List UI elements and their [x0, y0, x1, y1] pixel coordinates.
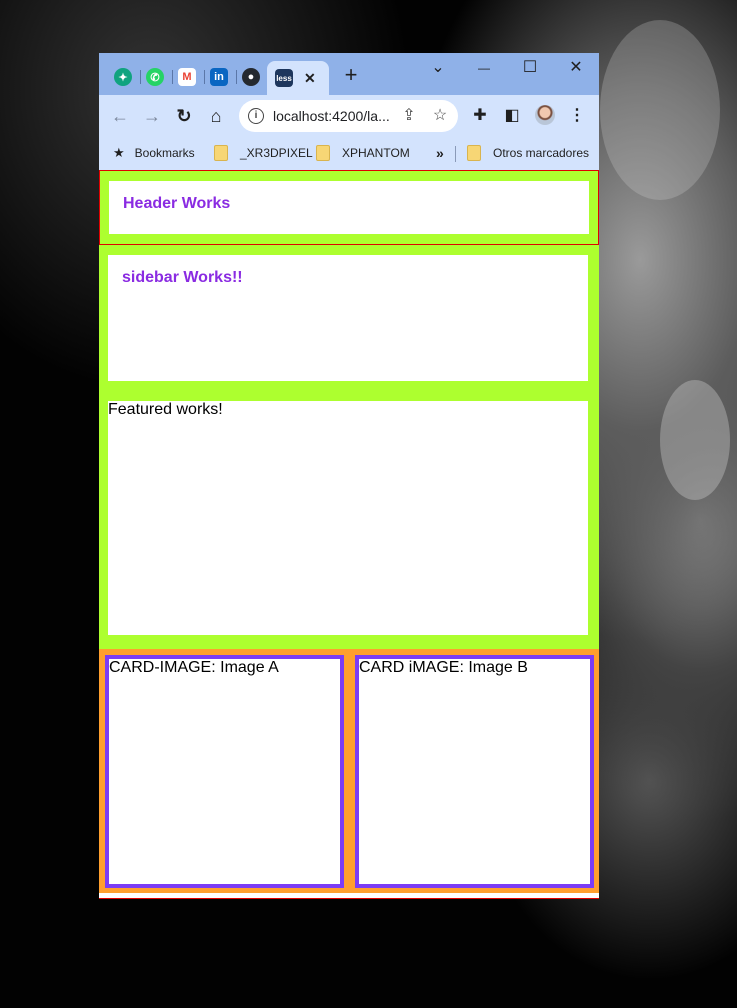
bookmark-folder-xr3dpixel[interactable]: _XR3DPIXEL [214, 143, 313, 163]
card-label: CARD iMAGE: Image B [359, 659, 528, 676]
bookmarks-overflow-button[interactable]: » [436, 143, 444, 163]
cards-container: CARD-IMAGE: Image A CARD iMAGE: Image B [99, 649, 599, 893]
header-box: Header Works [109, 181, 589, 234]
home-button[interactable]: ⌂ [205, 105, 227, 127]
maximize-button[interactable]: ☐ [516, 57, 544, 81]
side-panel-icon[interactable]: ◧ [501, 105, 523, 127]
bookmark-label: XPHANTOM [342, 146, 410, 160]
profile-avatar[interactable] [535, 105, 555, 125]
chatgpt-tab-icon[interactable]: ✦ [114, 68, 132, 86]
featured-text: Featured works! [108, 401, 223, 418]
bookmarks-separator [455, 146, 456, 162]
tab-separator [236, 70, 237, 84]
sidebar: sidebar Works!! [108, 255, 588, 381]
tab-strip: ✦ ✆ M in ● less ✕ + ⌄ — ☐ ✕ [99, 53, 599, 95]
bookmarks-bar: ★ Bookmarks _XR3DPIXEL XPHANTOM » Otros … [99, 137, 599, 170]
page-footer-border [99, 893, 599, 899]
extensions-icon[interactable]: ✚ [469, 105, 491, 127]
header-title: Header Works [123, 195, 231, 212]
folder-icon [214, 145, 228, 161]
bookmarks-button[interactable]: ★ Bookmarks [113, 143, 195, 163]
less-tab-icon: less [275, 69, 293, 87]
sidebar-title: sidebar Works!! [122, 269, 243, 286]
address-url[interactable]: localhost:4200/la... [273, 108, 390, 124]
tab-separator [172, 70, 173, 84]
page-viewport: Header Works sidebar Works!! Featured wo… [99, 170, 599, 899]
app-header: Header Works [99, 170, 599, 245]
linkedin-tab-icon[interactable]: in [210, 68, 228, 86]
share-icon[interactable]: ⇪ [399, 106, 419, 126]
close-window-button[interactable]: ✕ [562, 57, 590, 81]
bookmark-label: _XR3DPIXEL [240, 146, 313, 160]
folder-icon [467, 145, 481, 161]
address-bar[interactable]: i localhost:4200/la... ⇪ ☆ [239, 100, 458, 132]
browser-toolbar: ← → ↻ ⌂ i localhost:4200/la... ⇪ ☆ ✚ ◧ ⋮ [99, 95, 599, 137]
featured-section: Featured works! [108, 401, 588, 635]
forward-button[interactable]: → [141, 105, 163, 127]
tab-close-icon[interactable]: ✕ [304, 70, 316, 87]
bookmarks-label: Bookmarks [134, 146, 195, 160]
wallpaper-figure [600, 20, 720, 200]
tab-search-icon[interactable]: ⌄ [424, 57, 452, 81]
gmail-tab-icon[interactable]: M [178, 68, 196, 86]
new-tab-button[interactable]: + [340, 64, 362, 86]
card-image-b: CARD iMAGE: Image B [355, 655, 594, 888]
bookmark-star-icon[interactable]: ☆ [430, 106, 450, 126]
site-info-icon[interactable]: i [248, 108, 264, 124]
other-bookmarks-folder[interactable]: Otros marcadores [467, 143, 589, 163]
browser-window: ✦ ✆ M in ● less ✕ + ⌄ — ☐ ✕ ← → ↻ ⌂ i lo… [99, 53, 599, 899]
star-icon: ★ [113, 145, 125, 160]
folder-icon [316, 145, 330, 161]
card-label: CARD-IMAGE: Image A [109, 659, 279, 676]
active-tab[interactable]: less ✕ [267, 61, 329, 95]
minimize-button[interactable]: — [470, 57, 498, 81]
tab-separator [204, 70, 205, 84]
tab-separator [140, 70, 141, 84]
wallpaper-figure [660, 380, 730, 500]
menu-icon[interactable]: ⋮ [566, 105, 588, 127]
whatsapp-tab-icon[interactable]: ✆ [146, 68, 164, 86]
github-tab-icon[interactable]: ● [242, 68, 260, 86]
back-button[interactable]: ← [109, 105, 131, 127]
card-image-a: CARD-IMAGE: Image A [105, 655, 344, 888]
main-section: sidebar Works!! Featured works! [99, 245, 599, 649]
bookmark-folder-xphantom[interactable]: XPHANTOM [316, 143, 410, 163]
bookmark-label: Otros marcadores [493, 146, 590, 160]
reload-button[interactable]: ↻ [173, 105, 195, 127]
